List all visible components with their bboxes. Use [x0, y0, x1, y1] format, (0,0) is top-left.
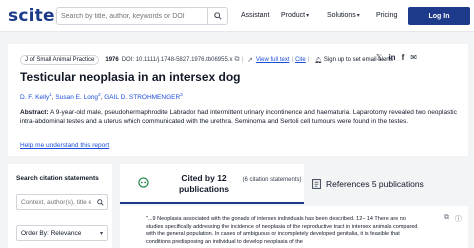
linkedin-icon[interactable]: in: [388, 53, 395, 62]
paper-card: J of Small Animal Practice 1976 DOI: 10.…: [8, 44, 468, 156]
twitter-icon[interactable]: 𝕏: [376, 53, 382, 62]
citation-statement-text: "...9 Neoplasia associated with the gona…: [146, 216, 418, 245]
citation-statement: "...9 Neoplasia associated with the gona…: [120, 206, 468, 248]
login-button[interactable]: Log In: [408, 7, 470, 25]
nav-pricing[interactable]: Pricing: [376, 12, 397, 19]
citation-search-box: [16, 194, 108, 210]
author-link[interactable]: GAIL D. STROHMENGER3: [104, 92, 183, 102]
tab-references[interactable]: References 5 publications: [306, 164, 468, 204]
divider: |: [307, 57, 310, 63]
quote-bubble-icon: [138, 177, 149, 188]
help-icon[interactable]: ⓘ: [455, 214, 462, 224]
author-sup: 3: [180, 92, 183, 97]
panel-title: Search citation statements: [16, 175, 99, 182]
abstract-text: A 9-year-old male, pseudohermaphrodite L…: [20, 109, 457, 125]
divider: |: [241, 57, 244, 63]
citation-statement-count: (6 citation statements): [242, 177, 302, 183]
tab-cited-by[interactable]: Cited by 12 publications (6 citation sta…: [120, 164, 304, 204]
order-by-select[interactable]: Order By: Relevance ▾: [16, 225, 108, 241]
chevron-down-icon: ▾: [306, 13, 310, 19]
chevron-down-icon: ▾: [356, 13, 360, 19]
author-name: D. F. Kelly: [20, 94, 50, 102]
nav-solutions[interactable]: Solutions▾: [327, 12, 360, 19]
citation-search-panel: Search citation statements Order By: Rel…: [8, 164, 112, 248]
author-name: Susan E. Long: [55, 94, 99, 102]
share-bar: 𝕏 in f ✉: [376, 53, 417, 62]
citation-actions: ⧉ ⓘ: [438, 214, 462, 224]
email-icon[interactable]: ✉: [410, 53, 417, 62]
abstract: Abstract: A 9-year-old male, pseudoherma…: [20, 108, 460, 126]
author-name: GAIL D. STROHMENGER: [104, 94, 181, 102]
citation-tabs: Cited by 12 publications (6 citation sta…: [120, 164, 468, 204]
author-list: D. F. Kelly1, Susan E. Long2, GAIL D. ST…: [20, 92, 183, 101]
copy-icon[interactable]: ⧉: [444, 214, 449, 224]
bell-icon[interactable]: 🔔︎: [314, 57, 322, 64]
cite-link[interactable]: Cite: [295, 57, 306, 63]
copy-icon[interactable]: ⧉: [234, 56, 239, 64]
chevron-down-icon: ▾: [99, 231, 103, 237]
citation-search-button[interactable]: [93, 195, 107, 209]
search-box: [56, 7, 228, 25]
document-icon: [312, 179, 321, 189]
abstract-label: Abstract:: [20, 109, 49, 116]
cited-by-label: Cited by 12 publications: [178, 173, 230, 194]
search-icon: [96, 198, 104, 206]
logo-text: scite: [8, 6, 55, 26]
divider: |: [291, 57, 294, 63]
nav-assistant[interactable]: Assistant: [241, 12, 269, 19]
facebook-icon[interactable]: f: [402, 53, 405, 62]
paper-title: Testicular neoplasia in an intersex dog: [20, 70, 241, 84]
citation-search-input[interactable]: [21, 197, 91, 208]
nav-product-label: Product: [281, 12, 306, 19]
paper-meta-row: J of Small Animal Practice 1976 DOI: 10.…: [20, 54, 393, 66]
order-by-label: Order By: Relevance: [21, 230, 82, 237]
doi-text: DOI: 10.1111/j.1748-5827.1976.tb06955.x: [121, 57, 233, 63]
journal-badge[interactable]: J of Small Animal Practice: [20, 55, 100, 65]
search-icon: [213, 12, 222, 20]
author-link[interactable]: Susan E. Long2: [55, 92, 100, 102]
scite-logo[interactable]: scite_: [8, 6, 59, 26]
search-button[interactable]: [207, 8, 227, 24]
references-label: References 5 publications: [326, 179, 424, 189]
external-link-icon: ↗: [247, 57, 253, 64]
publication-year: 1976: [105, 57, 119, 63]
login-label: Log In: [428, 12, 450, 20]
nav-product[interactable]: Product▾: [281, 12, 309, 19]
author-link[interactable]: D. F. Kelly1: [20, 92, 52, 102]
help-link[interactable]: Help me understand this report: [20, 142, 109, 149]
nav-solutions-label: Solutions: [327, 12, 356, 19]
search-input[interactable]: [61, 9, 201, 23]
view-full-text-link[interactable]: View full text: [256, 57, 290, 63]
top-nav: scite_ Assistant Product▾ Solutions▾ Pri…: [0, 0, 474, 32]
